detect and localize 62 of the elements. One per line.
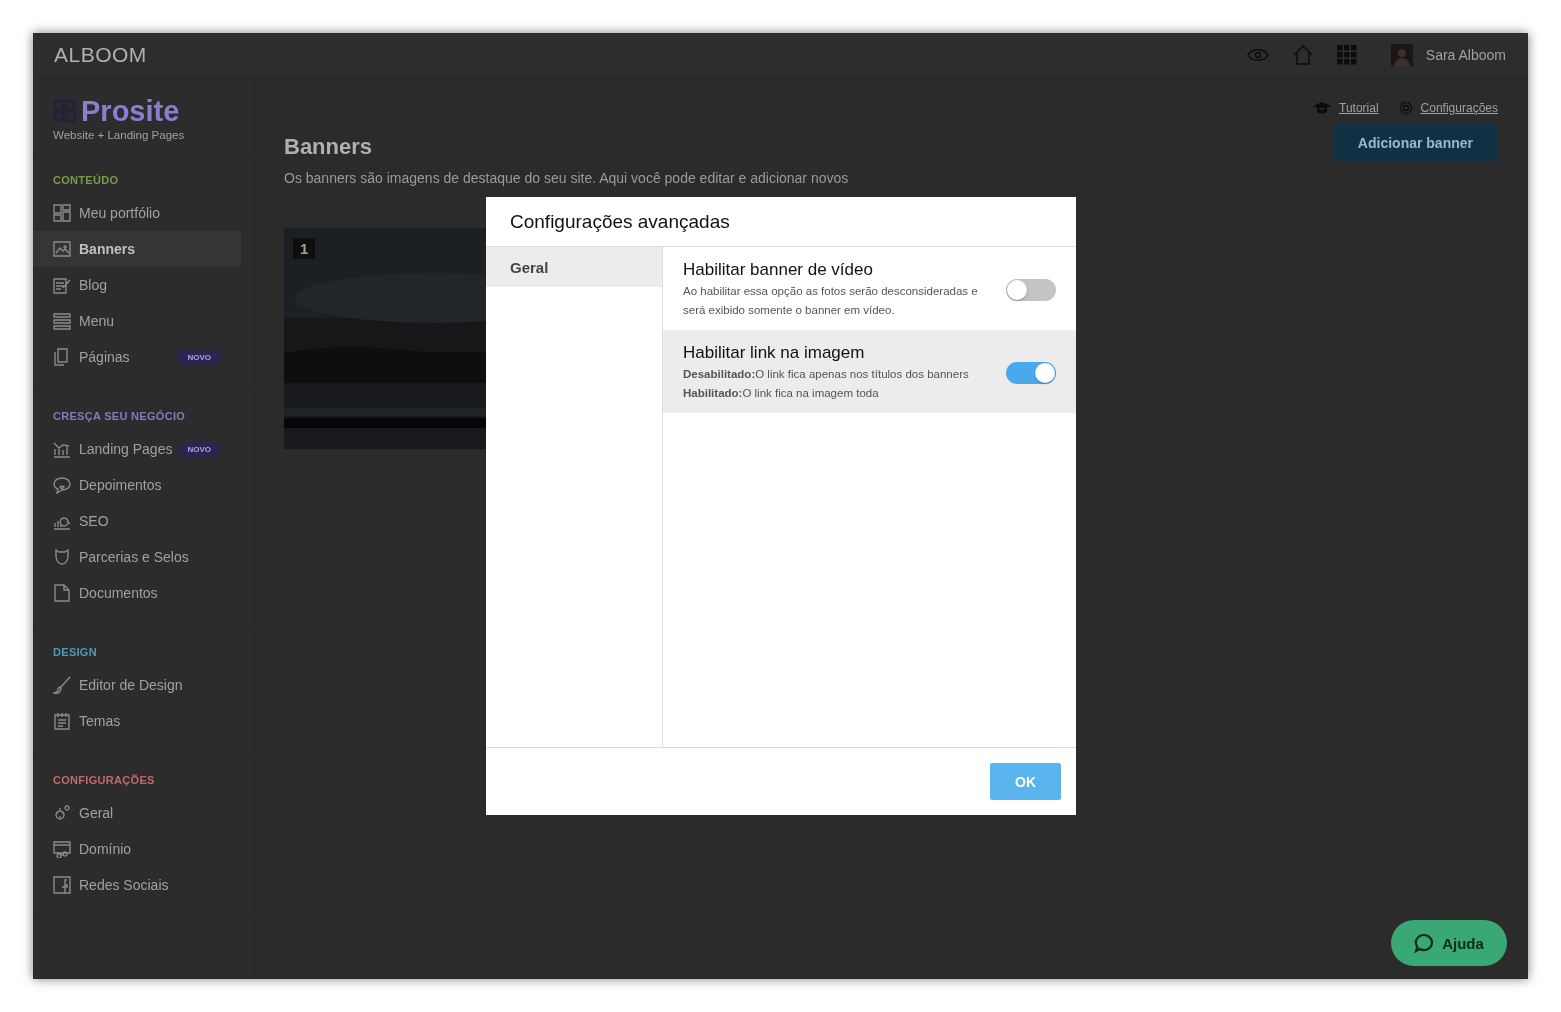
sidebar-item[interactable]: Redes Sociais: [33, 867, 241, 903]
chat-bubble-icon: [1414, 933, 1435, 953]
section-heading: CONFIGURAÇÕES: [52, 773, 156, 788]
new-badge: NOVO: [177, 349, 221, 365]
menu-item-icon: [53, 676, 71, 694]
sidebar-item[interactable]: Parcerias e Selos: [33, 539, 241, 575]
sidebar-item[interactable]: Menu: [33, 303, 241, 339]
new-badge: NOVO: [177, 441, 221, 457]
settings-tab[interactable]: Geral: [486, 247, 662, 287]
home-icon[interactable]: [1292, 45, 1313, 65]
sidebar-item[interactable]: Temas: [33, 703, 241, 739]
toggle-switch[interactable]: [1006, 279, 1056, 301]
graduation-cap-icon: [1313, 102, 1332, 114]
setting-description: Habilitado:O link fica na imagem toda: [683, 386, 880, 401]
sidebar-item[interactable]: Meu portfólio: [33, 195, 241, 231]
setting-title: Habilitar link na imagem: [683, 343, 866, 363]
avatar[interactable]: [1390, 44, 1413, 66]
menu-item-icon: [53, 476, 71, 494]
section-heading: DESIGN: [52, 645, 98, 660]
menu-item-icon: [53, 276, 71, 294]
sidebar-item[interactable]: Editor de Design: [33, 667, 241, 703]
apps-grid-icon[interactable]: [1336, 45, 1357, 65]
eye-icon[interactable]: [1246, 48, 1269, 62]
toggle-switch[interactable]: [1006, 362, 1056, 384]
header-link[interactable]: Tutorial: [1339, 101, 1379, 115]
menu-item-icon: [53, 584, 71, 602]
brand-name: Prosite: [81, 95, 180, 127]
sidebar-item[interactable]: Landing Pages NOVO: [33, 431, 241, 467]
menu-item-icon: [53, 240, 71, 258]
user-name[interactable]: Sara Alboom: [1425, 47, 1506, 63]
page-subtitle: Os banners são imagens de destaque do seu site. Aqui você pode editar e adicionar novos: [284, 170, 849, 186]
menu-item-icon: [53, 712, 71, 730]
menu-item-icon: [53, 440, 71, 458]
alboom-logo[interactable]: ALBOOM: [54, 43, 147, 67]
sidebar-item[interactable]: Documentos: [33, 575, 241, 611]
menu-item-icon: [53, 548, 71, 566]
add-banner-button[interactable]: Adicionar banner: [1332, 124, 1498, 161]
banner-number: 1: [293, 238, 316, 259]
help-button[interactable]: Ajuda: [1391, 920, 1507, 966]
sidebar-item[interactable]: Depoimentos: [33, 467, 241, 503]
menu-item-icon: [53, 876, 71, 894]
sidebar-item[interactable]: Geral: [33, 795, 241, 831]
sidebar-item[interactable]: Banners: [33, 231, 241, 267]
menu-item-icon: [53, 348, 71, 366]
setting-description: Desabilitado:O link fica apenas nos títulos dos banners: [683, 367, 970, 382]
menu-item-icon: [53, 312, 71, 330]
section-heading: CRESÇA SEU NEGÓCIO: [52, 409, 187, 424]
modal-title: Configurações avançadas: [510, 210, 730, 233]
section-heading: CONTEÚDO: [52, 173, 120, 188]
brand-tagline: Website + Landing Pages: [53, 129, 186, 141]
page-title: Banners: [284, 134, 374, 160]
menu-item-icon: [53, 840, 71, 858]
sidebar-item[interactable]: Páginas NOVO: [33, 339, 241, 375]
settings-icon: [1398, 101, 1413, 115]
setting-description: Ao habilitar essa opção as fotos serão desconsideradas e será exibido somente o banner em vídeo.: [683, 284, 979, 318]
setting-title: Habilitar banner de vídeo: [683, 260, 874, 280]
header-link[interactable]: Configurações: [1420, 101, 1498, 115]
sidebar-item[interactable]: SEO: [33, 503, 241, 539]
menu-item-icon: [53, 804, 71, 822]
sidebar-item[interactable]: Blog: [33, 267, 241, 303]
sidebar-item[interactable]: Domínio: [33, 831, 241, 867]
menu-item-icon: [53, 204, 71, 222]
